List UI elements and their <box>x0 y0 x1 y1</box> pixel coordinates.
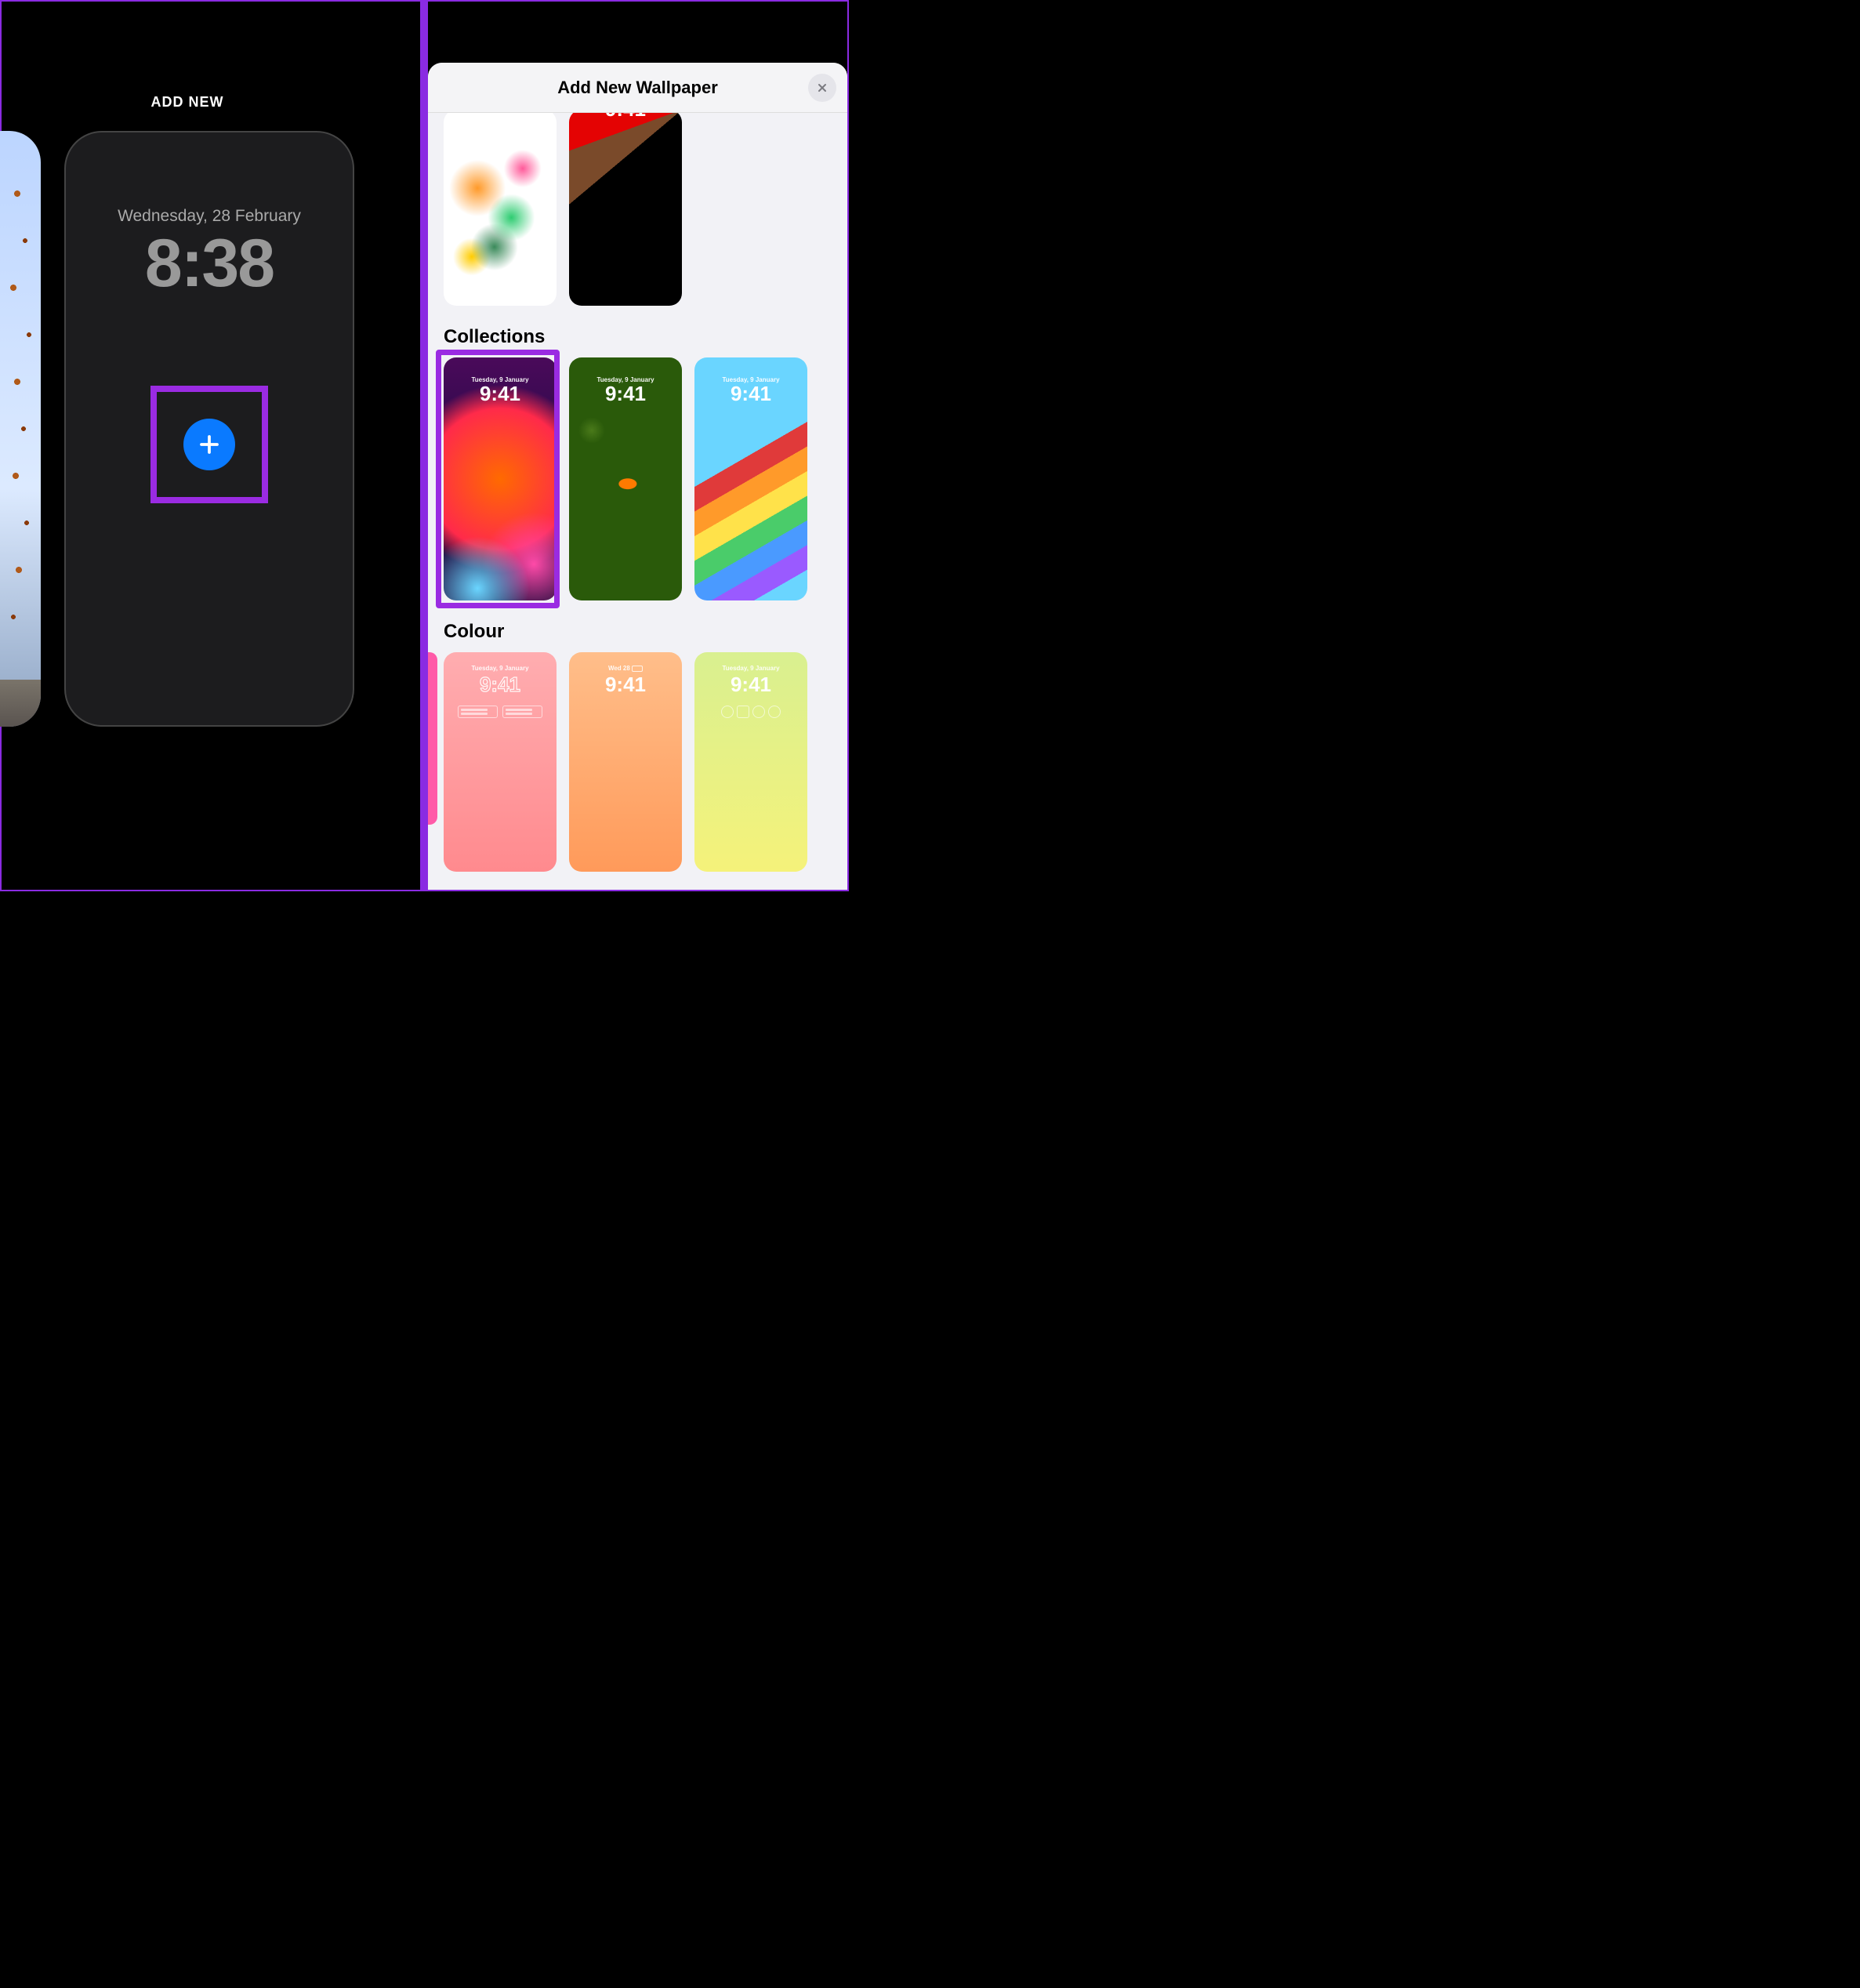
wallpaper-thumb-rainbow[interactable]: Tuesday, 9 January 9:41 <box>694 357 807 600</box>
sheet-title: Add New Wallpaper <box>557 78 718 98</box>
thumb-date: Tuesday, 9 January <box>694 376 807 383</box>
wallpaper-thumb-colour-pink[interactable]: Tuesday, 9 January 9:41 <box>444 652 557 872</box>
add-wallpaper-sheet: Add New Wallpaper 9:41 <box>428 63 847 890</box>
thumb-time: 9:41 <box>569 673 682 697</box>
wallpaper-thumb-colour-edge[interactable] <box>428 652 437 825</box>
section-title-collections: Collections <box>444 326 832 348</box>
wallpaper-thumb-clownfish[interactable]: Tuesday, 9 January 9:41 <box>569 357 682 600</box>
lock-screen-gallery-panel: ADD NEW Wednesday, 28 February 8:38 <box>0 0 420 891</box>
highlight-add-button <box>150 386 268 503</box>
thumb-time: 9:41 <box>444 673 557 697</box>
thumb-time: 9:41 <box>569 382 682 406</box>
add-wallpaper-button[interactable] <box>183 419 235 470</box>
wallpaper-thumb-pride-stripes[interactable]: 9:41 <box>569 113 682 306</box>
thumb-date: Tuesday, 9 January <box>444 665 557 672</box>
section-title-colour: Colour <box>444 621 832 643</box>
thumb-time: 9:41 <box>569 113 682 122</box>
add-new-label: ADD NEW <box>2 94 373 111</box>
add-wallpaper-sheet-panel: Add New Wallpaper 9:41 <box>428 0 849 891</box>
thumb-date: Tuesday, 9 January <box>569 376 682 383</box>
close-icon <box>816 82 828 94</box>
lock-screen-time: 8:38 <box>66 225 353 303</box>
thumb-time: 9:41 <box>444 113 557 122</box>
plus-icon <box>198 433 221 456</box>
thumb-date: Tuesday, 9 January <box>444 376 557 383</box>
thumb-date: Tuesday, 9 January <box>694 665 807 672</box>
thumb-widget-placeholder <box>705 706 796 718</box>
previous-wallpaper-peek[interactable] <box>0 131 41 727</box>
wallpaper-thumb-colour-orange[interactable]: Wed 28 9:41 <box>569 652 682 872</box>
wallpaper-thumb-pride-art[interactable]: 9:41 <box>444 113 557 306</box>
thumb-date: Wed 28 <box>569 665 682 672</box>
lock-screen-date: Wednesday, 28 February <box>66 207 353 226</box>
thumb-time: 9:41 <box>694 382 807 406</box>
sheet-body[interactable]: 9:41 9:41 Collections Tuesday <box>428 113 847 890</box>
thumb-time: 9:41 <box>694 673 807 697</box>
thumb-widget-placeholder <box>458 706 542 718</box>
thumb-time: 9:41 <box>444 382 557 406</box>
wallpaper-thumb-ios17[interactable]: Tuesday, 9 January 9:41 <box>444 357 557 600</box>
panel-divider <box>420 0 428 891</box>
close-button[interactable] <box>808 74 836 102</box>
sheet-header: Add New Wallpaper <box>428 63 847 113</box>
wallpaper-thumb-colour-yellow[interactable]: Tuesday, 9 January 9:41 <box>694 652 807 872</box>
